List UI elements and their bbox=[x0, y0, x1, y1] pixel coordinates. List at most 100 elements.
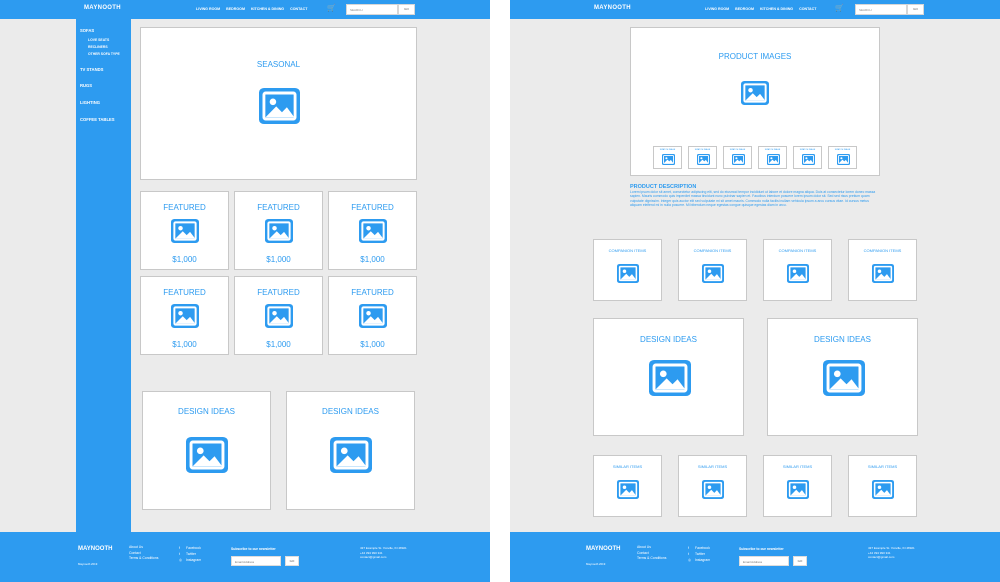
sidebar-item-lighting[interactable]: LIGHTING bbox=[80, 100, 100, 105]
newsletter-go-button[interactable]: GO bbox=[793, 556, 807, 566]
design-ideas-title: DESIGN IDEAS bbox=[814, 335, 871, 344]
image-placeholder-icon bbox=[171, 304, 199, 328]
design-ideas-card[interactable]: DESIGN IDEAS bbox=[142, 391, 271, 510]
search-input[interactable]: SEARCH bbox=[346, 4, 398, 15]
category-sidebar: SOFAS LOVE SEATS RECLINERS OTHER SOFA TY… bbox=[76, 19, 131, 532]
cart-icon[interactable]: 🛒 bbox=[835, 4, 844, 12]
featured-card[interactable]: FEATURED $1,000 bbox=[140, 191, 229, 270]
footer-social: f Facebook t Twitter ◎ Instagram bbox=[688, 545, 710, 563]
sidebar-subitem-other-sofa-type[interactable]: OTHER SOFA TYPE bbox=[88, 52, 120, 56]
companion-item-card[interactable]: COMPANION ITEMS bbox=[848, 239, 917, 301]
site-footer: MAYNOOTH Maynooth 2019 About Us Contact … bbox=[510, 532, 1000, 582]
footer-brand[interactable]: MAYNOOTH bbox=[78, 546, 112, 552]
seasonal-banner[interactable]: SEASONAL bbox=[140, 27, 417, 180]
featured-price: $1,000 bbox=[360, 340, 385, 349]
product-thumbnail[interactable]: SWATCH IMAGE bbox=[758, 146, 787, 169]
design-ideas-title: DESIGN IDEAS bbox=[640, 335, 697, 344]
featured-card[interactable]: FEATURED $1,000 bbox=[234, 276, 323, 355]
featured-price: $1,000 bbox=[172, 340, 197, 349]
footer-address: 437 Example St. Yosville, IN 48921 +44 3… bbox=[360, 546, 407, 559]
nav-kitchen-dining[interactable]: KITCHEN & DINING bbox=[760, 7, 793, 11]
similar-item-card[interactable]: SIMILAR ITEMS bbox=[678, 455, 747, 517]
nav-bedroom[interactable]: BEDROOM bbox=[735, 7, 754, 11]
image-placeholder-icon bbox=[741, 81, 769, 105]
top-bar: MAYNOOTH LIVING ROOM BEDROOM KITCHEN & D… bbox=[0, 0, 490, 19]
product-thumbnail[interactable]: SWATCH IMAGE bbox=[653, 146, 682, 169]
image-placeholder-icon bbox=[697, 154, 710, 165]
sidebar-item-sofas[interactable]: SOFAS bbox=[80, 28, 94, 33]
similar-item-card[interactable]: SIMILAR ITEMS bbox=[763, 455, 832, 517]
companion-item-card[interactable]: COMPANION ITEMS bbox=[593, 239, 662, 301]
similar-item-card[interactable]: SIMILAR ITEMS bbox=[593, 455, 662, 517]
sidebar-subitem-recliners[interactable]: RECLINERS bbox=[88, 45, 108, 49]
newsletter-email-input[interactable]: Email Address bbox=[231, 556, 281, 566]
product-description-body: Lorem ipsum dolor sit amet, consectetur … bbox=[630, 190, 876, 208]
design-ideas-card[interactable]: DESIGN IDEAS bbox=[286, 391, 415, 510]
featured-card[interactable]: FEATURED $1,000 bbox=[328, 191, 417, 270]
footer-link-terms[interactable]: Terms & Conditions bbox=[637, 556, 666, 562]
featured-card[interactable]: FEATURED $1,000 bbox=[234, 191, 323, 270]
sidebar-item-rugs[interactable]: RUGS bbox=[80, 83, 92, 88]
brand-logo[interactable]: MAYNOOTH bbox=[84, 5, 121, 11]
search-go-button[interactable]: GO bbox=[907, 4, 924, 15]
search-input[interactable]: SEARCH bbox=[855, 4, 907, 15]
featured-card[interactable]: FEATURED $1,000 bbox=[140, 276, 229, 355]
similar-item-card[interactable]: SIMILAR ITEMS bbox=[848, 455, 917, 517]
footer-social-instagram[interactable]: ◎ Instagram bbox=[179, 557, 201, 563]
newsletter-label: Subscribe to our newsletter bbox=[231, 547, 276, 551]
footer-social-instagram[interactable]: ◎ Instagram bbox=[688, 557, 710, 563]
footer-brand[interactable]: MAYNOOTH bbox=[586, 546, 620, 552]
image-placeholder-icon bbox=[649, 360, 691, 396]
main-nav: LIVING ROOM BEDROOM KITCHEN & DINING CON… bbox=[196, 7, 312, 11]
home-page: MAYNOOTH LIVING ROOM BEDROOM KITCHEN & D… bbox=[0, 0, 490, 582]
product-thumbnail[interactable]: SWATCH IMAGE bbox=[828, 146, 857, 169]
featured-price: $1,000 bbox=[360, 255, 385, 264]
cart-icon[interactable]: 🛒 bbox=[327, 4, 336, 12]
sidebar-item-coffee-tables[interactable]: COFFEE TABLES bbox=[80, 117, 115, 122]
product-thumbnail[interactable]: SWATCH IMAGE bbox=[723, 146, 752, 169]
image-placeholder-icon bbox=[787, 480, 809, 499]
nav-contact[interactable]: CONTACT bbox=[799, 7, 816, 11]
companion-item-card[interactable]: COMPANION ITEMS bbox=[763, 239, 832, 301]
search-go-button[interactable]: GO bbox=[398, 4, 415, 15]
image-placeholder-icon bbox=[872, 480, 894, 499]
image-placeholder-icon bbox=[767, 154, 780, 165]
product-thumbnail[interactable]: SWATCH IMAGE bbox=[793, 146, 822, 169]
footer-link-terms[interactable]: Terms & Conditions bbox=[129, 556, 158, 562]
nav-bedroom[interactable]: BEDROOM bbox=[226, 7, 245, 11]
nav-living-room[interactable]: LIVING ROOM bbox=[705, 7, 729, 11]
image-placeholder-icon bbox=[702, 480, 724, 499]
footer-copyright: Maynooth 2019 bbox=[586, 562, 606, 566]
newsletter-email-input[interactable]: Email Address bbox=[739, 556, 789, 566]
companion-item-card[interactable]: COMPANION ITEMS bbox=[678, 239, 747, 301]
image-placeholder-icon bbox=[330, 437, 372, 473]
image-placeholder-icon bbox=[732, 154, 745, 165]
featured-card[interactable]: FEATURED $1,000 bbox=[328, 276, 417, 355]
design-ideas-card[interactable]: DESIGN IDEAS bbox=[767, 318, 918, 436]
newsletter-go-button[interactable]: GO bbox=[285, 556, 299, 566]
image-placeholder-icon bbox=[872, 264, 894, 283]
site-footer: MAYNOOTH Maynooth 2019 About Us Contact … bbox=[0, 532, 490, 582]
sidebar-subitem-love-seats[interactable]: LOVE SEATS bbox=[88, 38, 109, 42]
image-placeholder-icon bbox=[787, 264, 809, 283]
image-placeholder-icon bbox=[259, 88, 300, 124]
nav-living-room[interactable]: LIVING ROOM bbox=[196, 7, 220, 11]
nav-kitchen-dining[interactable]: KITCHEN & DINING bbox=[251, 7, 284, 11]
main-nav: LIVING ROOM BEDROOM KITCHEN & DINING CON… bbox=[705, 7, 821, 11]
brand-logo[interactable]: MAYNOOTH bbox=[594, 5, 631, 11]
image-placeholder-icon bbox=[837, 154, 850, 165]
featured-title: FEATURED bbox=[351, 288, 394, 297]
image-placeholder-icon bbox=[265, 219, 293, 243]
nav-contact[interactable]: CONTACT bbox=[290, 7, 307, 11]
image-placeholder-icon bbox=[823, 360, 865, 396]
featured-price: $1,000 bbox=[172, 255, 197, 264]
top-bar: MAYNOOTH LIVING ROOM BEDROOM KITCHEN & D… bbox=[510, 0, 1000, 19]
product-thumbnail[interactable]: SWATCH IMAGE bbox=[688, 146, 717, 169]
page-divider bbox=[490, 0, 510, 582]
featured-price: $1,000 bbox=[266, 340, 291, 349]
design-ideas-card[interactable]: DESIGN IDEAS bbox=[593, 318, 744, 436]
featured-title: FEATURED bbox=[163, 203, 206, 212]
image-placeholder-icon bbox=[617, 264, 639, 283]
featured-title: FEATURED bbox=[257, 288, 300, 297]
sidebar-item-tv-stands[interactable]: TV STANDS bbox=[80, 67, 103, 72]
